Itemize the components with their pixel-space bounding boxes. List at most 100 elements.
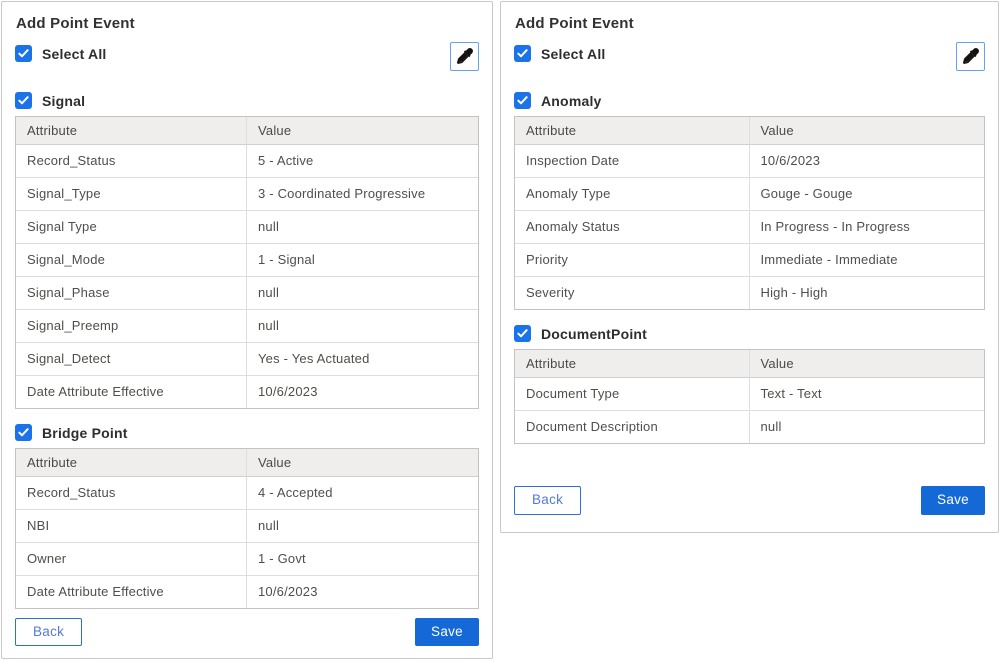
- attribute-cell: Date Attribute Effective: [16, 376, 247, 408]
- table-header-row: Attribute Value: [515, 117, 984, 145]
- attribute-cell: Record_Status: [16, 477, 247, 510]
- attribute-cell: NBI: [16, 510, 247, 543]
- check-icon: [517, 95, 528, 106]
- table-row: Record_Status 4 - Accepted: [16, 477, 478, 510]
- document-point-checkbox[interactable]: [514, 325, 531, 342]
- value-cell: null: [247, 510, 478, 543]
- value-cell: 1 - Signal: [247, 244, 478, 277]
- value-cell: 10/6/2023: [247, 376, 478, 408]
- value-cell: 10/6/2023: [247, 576, 478, 608]
- value-cell: Immediate - Immediate: [750, 244, 985, 277]
- value-cell: 1 - Govt: [247, 543, 478, 576]
- attribute-column-header: Attribute: [16, 117, 247, 145]
- table-row: Signal_Type 3 - Coordinated Progressive: [16, 178, 478, 211]
- eyedropper-button[interactable]: [450, 42, 479, 71]
- value-cell: 4 - Accepted: [247, 477, 478, 510]
- table-header-row: Attribute Value: [515, 350, 984, 378]
- value-cell: In Progress - In Progress: [750, 211, 985, 244]
- table-row: Date Attribute Effective 10/6/2023: [16, 376, 478, 408]
- value-cell: null: [750, 411, 985, 443]
- section-header-signal: Signal: [15, 92, 479, 109]
- attribute-cell: Document Type: [515, 378, 750, 411]
- section-label: Bridge Point: [42, 425, 128, 441]
- add-point-event-panel-left: Add Point Event Select All Signal Attr: [1, 1, 493, 659]
- signal-attributes-table: Attribute Value Record_Status 5 - Active…: [15, 116, 479, 409]
- attribute-cell: Signal_Preemp: [16, 310, 247, 343]
- check-icon: [18, 95, 29, 106]
- anomaly-attributes-table: Attribute Value Inspection Date 10/6/202…: [514, 116, 985, 310]
- value-cell: Yes - Yes Actuated: [247, 343, 478, 376]
- value-column-header: Value: [750, 350, 985, 378]
- table-row: Signal_Preemp null: [16, 310, 478, 343]
- table-row: Record_Status 5 - Active: [16, 145, 478, 178]
- value-cell: Gouge - Gouge: [750, 178, 985, 211]
- workspace: Add Point Event Select All Signal Attr: [0, 0, 1000, 660]
- page-title: Add Point Event: [515, 15, 985, 32]
- value-cell: 3 - Coordinated Progressive: [247, 178, 478, 211]
- attribute-cell: Signal_Mode: [16, 244, 247, 277]
- document-point-attributes-table: Attribute Value Document Type Text - Tex…: [514, 349, 985, 444]
- select-all-row: Select All: [15, 45, 107, 62]
- section-label: Anomaly: [541, 93, 602, 109]
- panel-footer: Back Save: [514, 486, 985, 515]
- back-button[interactable]: Back: [514, 486, 581, 515]
- attribute-cell: Anomaly Type: [515, 178, 750, 211]
- attribute-cell: Owner: [16, 543, 247, 576]
- save-button[interactable]: Save: [415, 618, 479, 647]
- attribute-cell: Signal_Type: [16, 178, 247, 211]
- table-header-row: Attribute Value: [16, 117, 478, 145]
- attribute-cell: Anomaly Status: [515, 211, 750, 244]
- attribute-column-header: Attribute: [16, 449, 247, 477]
- value-column-header: Value: [247, 117, 478, 145]
- eyedropper-icon: [962, 48, 979, 65]
- section-label: DocumentPoint: [541, 326, 647, 342]
- value-cell: Text - Text: [750, 378, 985, 411]
- value-cell: 5 - Active: [247, 145, 478, 178]
- attribute-cell: Signal Type: [16, 211, 247, 244]
- section-header-anomaly: Anomaly: [514, 92, 985, 109]
- table-row: Signal Type null: [16, 211, 478, 244]
- table-row: Inspection Date 10/6/2023: [515, 145, 984, 178]
- save-button[interactable]: Save: [921, 486, 985, 515]
- table-row: Signal_Detect Yes - Yes Actuated: [16, 343, 478, 376]
- attribute-column-header: Attribute: [515, 117, 750, 145]
- select-all-checkbox[interactable]: [15, 45, 32, 62]
- attribute-cell: Priority: [515, 244, 750, 277]
- attribute-cell: Signal_Phase: [16, 277, 247, 310]
- eyedropper-button[interactable]: [956, 42, 985, 71]
- table-row: Anomaly Type Gouge - Gouge: [515, 178, 984, 211]
- table-row: NBI null: [16, 510, 478, 543]
- table-row: Priority Immediate - Immediate: [515, 244, 984, 277]
- add-point-event-panel-right: Add Point Event Select All Anomaly Att: [500, 1, 999, 533]
- table-row: Document Description null: [515, 411, 984, 443]
- value-cell: null: [247, 211, 478, 244]
- table-row: Owner 1 - Govt: [16, 543, 478, 576]
- value-cell: 10/6/2023: [750, 145, 985, 178]
- table-row: Date Attribute Effective 10/6/2023: [16, 576, 478, 608]
- check-icon: [517, 48, 528, 59]
- bridge-point-checkbox[interactable]: [15, 424, 32, 441]
- select-all-checkbox[interactable]: [514, 45, 531, 62]
- table-header-row: Attribute Value: [16, 449, 478, 477]
- value-column-header: Value: [750, 117, 985, 145]
- section-header-bridge-point: Bridge Point: [15, 424, 479, 441]
- check-icon: [18, 48, 29, 59]
- attribute-cell: Severity: [515, 277, 750, 309]
- table-row: Document Type Text - Text: [515, 378, 984, 411]
- eyedropper-icon: [456, 48, 473, 65]
- check-icon: [517, 328, 528, 339]
- signal-checkbox[interactable]: [15, 92, 32, 109]
- select-all-label: Select All: [541, 46, 606, 62]
- attribute-cell: Signal_Detect: [16, 343, 247, 376]
- value-column-header: Value: [247, 449, 478, 477]
- select-all-row: Select All: [514, 45, 606, 62]
- anomaly-checkbox[interactable]: [514, 92, 531, 109]
- value-cell: High - High: [750, 277, 985, 309]
- attribute-column-header: Attribute: [515, 350, 750, 378]
- check-icon: [18, 427, 29, 438]
- back-button[interactable]: Back: [15, 618, 82, 647]
- table-row: Signal_Phase null: [16, 277, 478, 310]
- select-all-label: Select All: [42, 46, 107, 62]
- attribute-cell: Date Attribute Effective: [16, 576, 247, 608]
- attribute-cell: Inspection Date: [515, 145, 750, 178]
